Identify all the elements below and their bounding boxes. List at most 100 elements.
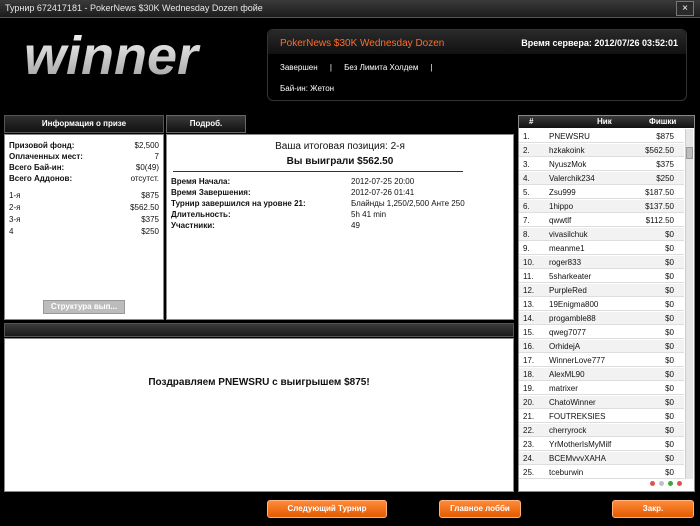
separator: | <box>430 63 433 72</box>
player-row[interactable]: 17. WinnerLove777 $0 <box>519 354 684 367</box>
prize-row: Всего Бай-ин: $0(49) <box>9 163 159 174</box>
player-nick: roger833 <box>549 258 582 267</box>
player-rank: 3. <box>523 160 530 169</box>
game-type: Без Лимита Холдем <box>344 63 419 72</box>
status-dot <box>677 481 682 486</box>
place-label: 2-я <box>9 203 21 212</box>
player-nick: FOUTREKSIES <box>549 412 606 421</box>
player-rank: 14. <box>523 314 535 323</box>
place-prize: $562.50 <box>130 203 159 212</box>
player-rank: 9. <box>523 244 530 253</box>
place-row: 2-я $562.50 <box>9 203 159 214</box>
player-row[interactable]: 24. BCEMvvvXAHA $0 <box>519 452 684 465</box>
player-nick: NyuszMok <box>549 160 587 169</box>
place-label: 1-я <box>9 191 21 200</box>
tournament-status-row: Завершен | Без Лимита Холдем | <box>280 63 443 72</box>
player-row[interactable]: 22. cherryrock $0 <box>519 424 684 437</box>
prize-label: Призовой фонд: <box>9 141 75 150</box>
player-row[interactable]: 2. hzkakoink $562.50 <box>519 144 684 157</box>
detail-label: Турнир завершился на уровне 21: <box>171 199 306 208</box>
separator: | <box>329 63 332 72</box>
prize-label: Оплаченных мест: <box>9 152 83 161</box>
player-row[interactable]: 10. roger833 $0 <box>519 256 684 269</box>
player-row[interactable]: 9. meanme1 $0 <box>519 242 684 255</box>
player-rank: 12. <box>523 286 535 295</box>
place-label: 3-я <box>9 215 21 224</box>
tournament-header: PokerNews $30K Wednesday Dozen Время сер… <box>267 29 687 101</box>
player-row[interactable]: 13. 19Enigma800 $0 <box>519 298 684 311</box>
player-row[interactable]: 12. PurpleRed $0 <box>519 284 684 297</box>
detail-value: 2012-07-26 01:41 <box>351 188 415 197</box>
scrollbar-thumb[interactable] <box>686 147 693 159</box>
player-nick: PurpleRed <box>549 286 587 295</box>
player-nick: YrMotherIsMyMilf <box>549 440 612 449</box>
status-dot <box>650 481 655 486</box>
place-row: 3-я $375 <box>9 215 159 226</box>
winnings-text: Вы выиграли $562.50 <box>286 156 394 167</box>
player-row[interactable]: 19. matrixer $0 <box>519 382 684 395</box>
player-chips: $112.50 <box>645 216 674 225</box>
player-nick: 5sharkeater <box>549 272 592 281</box>
place-prize: $250 <box>141 227 159 236</box>
detail-value: Блайнды 1,250/2,500 Анте 250 <box>351 199 465 208</box>
tab-prize-info[interactable]: Информация о призе <box>4 115 164 133</box>
player-row[interactable]: 8. vivasilchuk $0 <box>519 228 684 241</box>
column-chips[interactable]: Фишки <box>649 117 676 126</box>
status-dot <box>659 481 664 486</box>
main-lobby-button[interactable]: Главное лобби <box>439 500 521 518</box>
player-nick: BCEMvvvXAHA <box>549 454 606 463</box>
player-row[interactable]: 18. AlexML90 $0 <box>519 368 684 381</box>
column-nick[interactable]: Ник <box>597 117 612 126</box>
prize-value: 7 <box>154 152 159 161</box>
player-row[interactable]: 20. ChatoWinner $0 <box>519 396 684 409</box>
status-dot <box>668 481 673 486</box>
final-position: Ваша итоговая позиция: 2-я <box>275 141 405 152</box>
player-row[interactable]: 5. Zsu999 $187.50 <box>519 186 684 199</box>
player-row[interactable]: 6. 1hippo $137.50 <box>519 200 684 213</box>
player-nick: progamble88 <box>549 314 596 323</box>
close-button[interactable]: Закр. <box>612 500 694 518</box>
player-row[interactable]: 15. qweg7077 $0 <box>519 326 684 339</box>
player-rank: 13. <box>523 300 535 309</box>
detail-value: 5h 41 min <box>351 210 387 219</box>
player-nick: cherryrock <box>549 426 587 435</box>
tournament-name: PokerNews $30K Wednesday Dozen <box>280 38 445 49</box>
player-rank: 25. <box>523 468 535 477</box>
player-nick: AlexML90 <box>549 370 585 379</box>
next-tournament-button[interactable]: Следующий Турнир <box>267 500 387 518</box>
column-number[interactable]: # <box>529 117 533 126</box>
player-row[interactable]: 3. NyuszMok $375 <box>519 158 684 171</box>
player-row[interactable]: 4. Valerchik234 $250 <box>519 172 684 185</box>
player-chips: $0 <box>665 370 674 379</box>
player-chips: $0 <box>665 300 674 309</box>
prize-value: $2,500 <box>134 141 159 150</box>
player-row[interactable]: 23. YrMotherIsMyMilf $0 <box>519 438 684 451</box>
player-chips: $0 <box>665 272 674 281</box>
tournament-status: Завершен <box>280 63 318 72</box>
player-row[interactable]: 1. PNEWSRU $875 <box>519 130 684 143</box>
place-prize: $875 <box>141 191 159 200</box>
player-row[interactable]: 14. progamble88 $0 <box>519 312 684 325</box>
prize-row: Всего Аддонов: отсутст. <box>9 174 159 185</box>
player-row[interactable]: 7. qwwtlf $112.50 <box>519 214 684 227</box>
payout-structure-button[interactable]: Структура вып... <box>43 300 125 314</box>
player-row[interactable]: 16. OrhidejA $0 <box>519 340 684 353</box>
message-panel-header <box>4 323 514 337</box>
detail-label: Время Завершения: <box>171 188 251 197</box>
player-chips: $375 <box>656 160 674 169</box>
player-rank: 21. <box>523 412 535 421</box>
player-row[interactable]: 11. 5sharkeater $0 <box>519 270 684 283</box>
congratulations-message: Поздравляем PNEWSRU с выигрышем $875! <box>148 377 370 388</box>
player-rank: 24. <box>523 454 535 463</box>
close-window-button[interactable]: × <box>676 1 694 16</box>
tab-details[interactable]: Подроб. <box>166 115 246 133</box>
player-row[interactable]: 21. FOUTREKSIES $0 <box>519 410 684 423</box>
detail-label: Время Начала: <box>171 177 231 186</box>
player-chips: $0 <box>665 230 674 239</box>
player-nick: OrhidejA <box>549 342 581 351</box>
detail-label: Длительность: <box>171 210 231 219</box>
place-row: 4 $250 <box>9 227 159 238</box>
player-chips: $0 <box>665 468 674 477</box>
players-scrollbar[interactable] <box>685 129 693 479</box>
players-list-header: # Ник Фишки <box>519 116 694 128</box>
